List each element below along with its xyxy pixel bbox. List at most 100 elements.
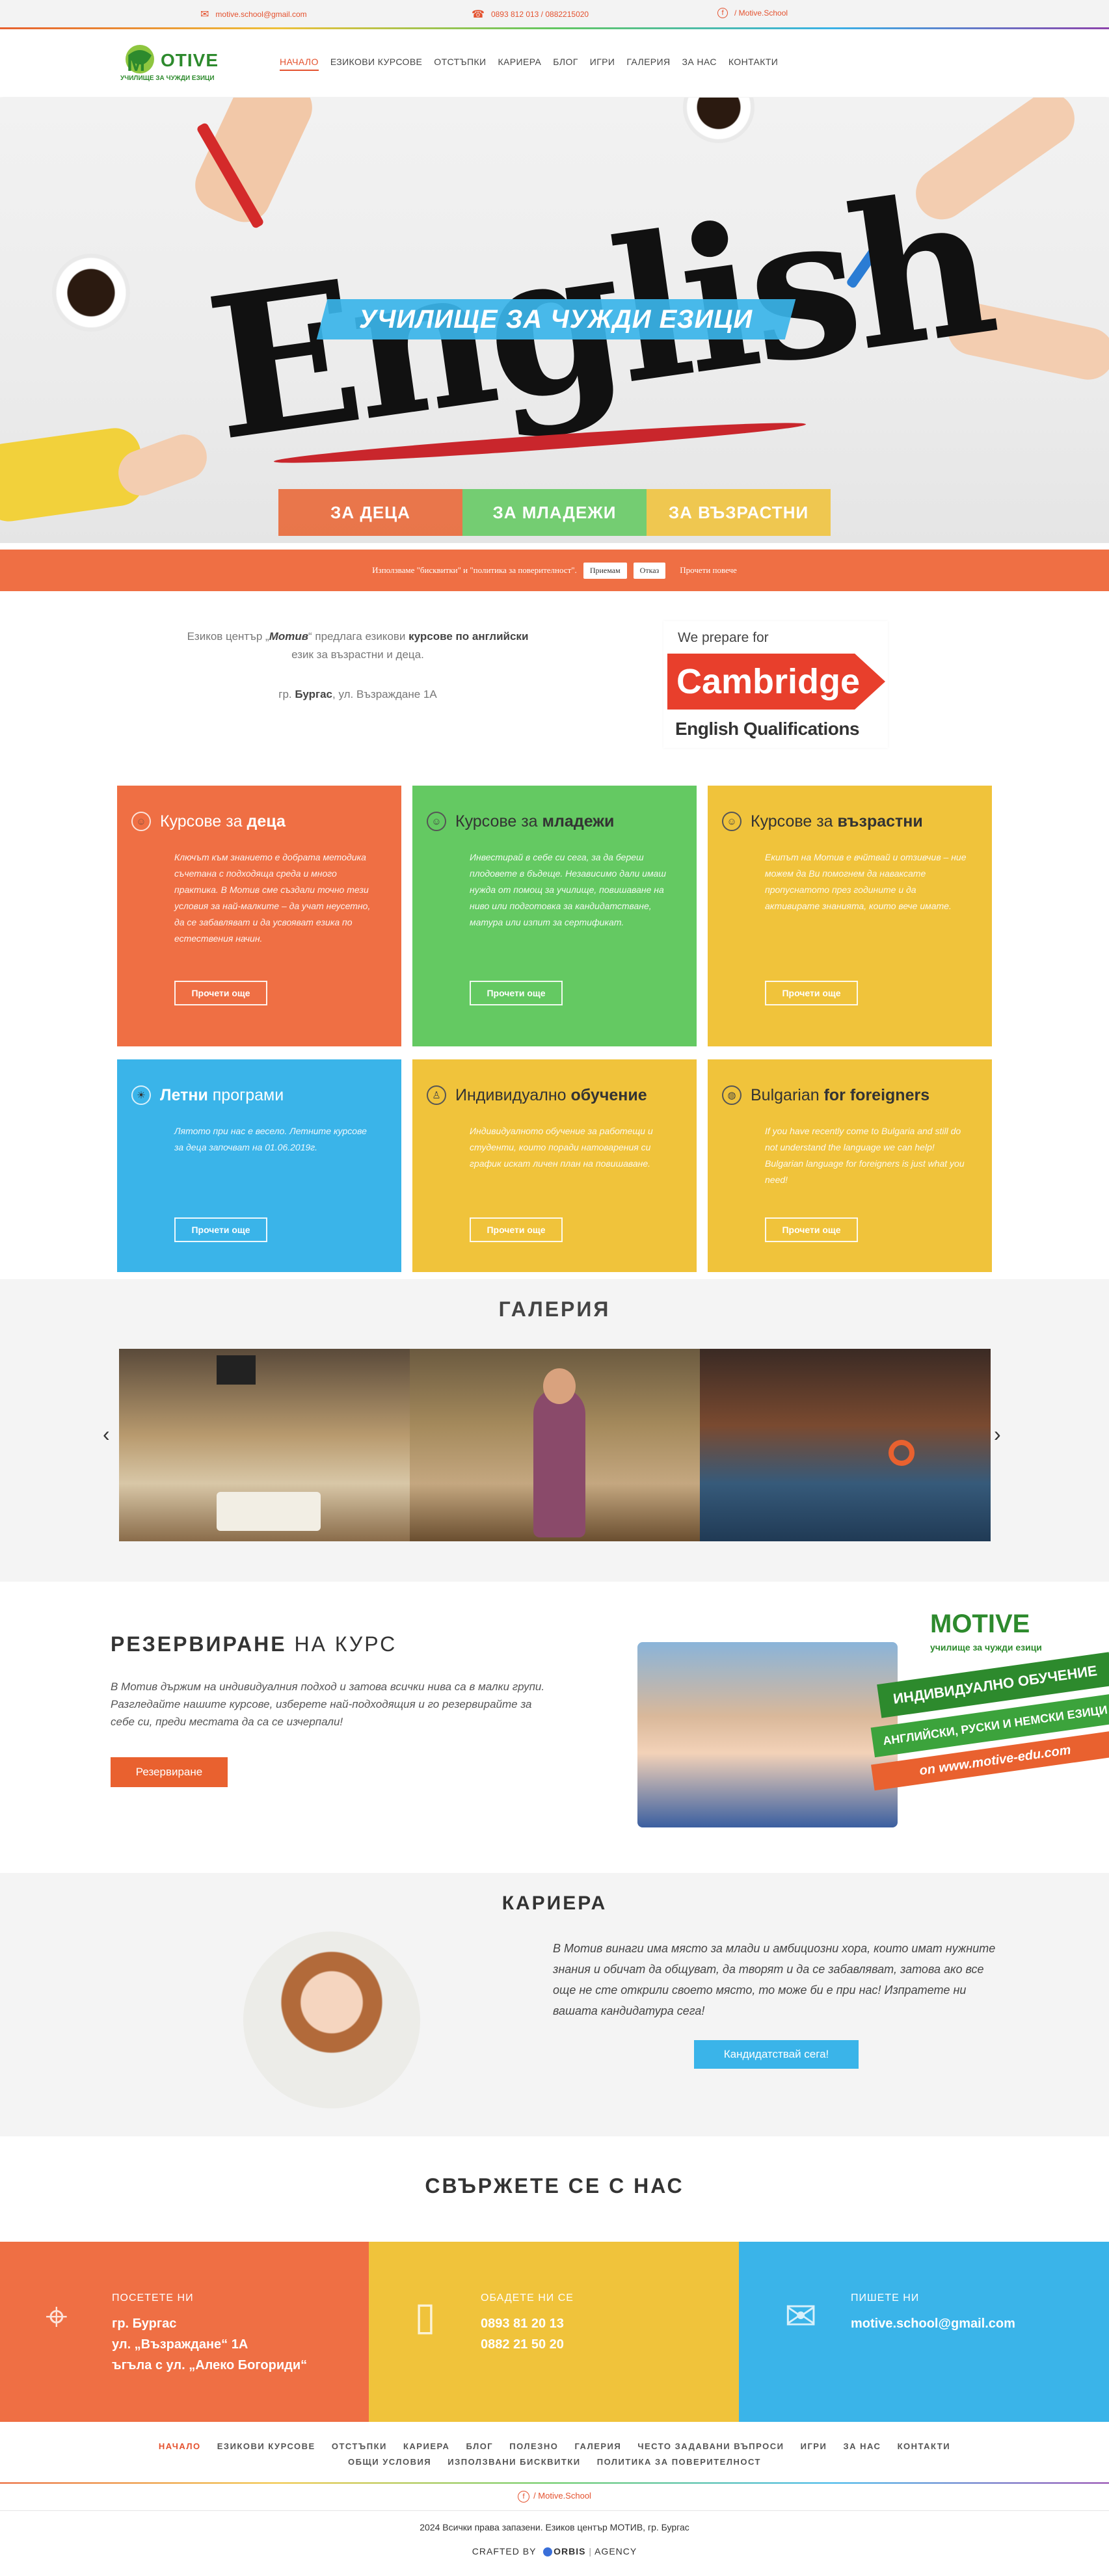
cookie-text: Използваме "бисквитки" и "политика за по…	[372, 565, 577, 575]
gallery-next-arrow-icon[interactable]: ›	[994, 1422, 1001, 1446]
hero-tab-adults[interactable]: ЗА ВЪЗРАСТНИ	[647, 489, 831, 536]
footer-link[interactable]: КАРИЕРА	[403, 2441, 449, 2451]
phone-icon: ☎	[472, 9, 485, 20]
nav-item-career[interactable]: КАРИЕРА	[498, 57, 542, 71]
read-more-button[interactable]: Прочети още	[470, 1217, 563, 1242]
footer-nav: НАЧАЛО ЕЗИКОВИ КУРСОВЕ ОТСТЪПКИ КАРИЕРА …	[0, 2439, 1109, 2470]
gallery-section: ГАЛЕРИЯ ‹ ›	[0, 1279, 1109, 1582]
children-icon: ☺	[131, 812, 151, 831]
nav-item-about[interactable]: ЗА НАС	[682, 57, 717, 71]
footer-link[interactable]: ПОЛИТИКА ЗА ПОВЕРИТЕЛНОСТ	[597, 2457, 761, 2467]
course-card-title: ☺ Курсове за деца	[131, 812, 286, 831]
promo-tagline: училище за чужди езици	[930, 1642, 1042, 1653]
topbar-facebook[interactable]: f / Motive.School	[717, 8, 788, 18]
course-card-adults: ☺ Курсове за възрастни Екипът на Мотив е …	[708, 786, 992, 1046]
footer-crafted-by[interactable]: CRAFTED BY ORBIS | AGENCY	[0, 2546, 1109, 2557]
footer-link[interactable]: ИГРИ	[801, 2441, 827, 2451]
hero-tab-kids[interactable]: ЗА ДЕЦА	[278, 489, 462, 536]
globe-icon: ◍	[722, 1085, 742, 1105]
course-card-text: Индивидуалното обучение за работещи и ст…	[470, 1126, 653, 1169]
footer-link[interactable]: НАЧАЛО	[159, 2441, 201, 2451]
topbar-facebook-text: / Motive.School	[734, 8, 788, 18]
hero-tab-youth[interactable]: ЗА МЛАДЕЖИ	[462, 489, 647, 536]
footer-link[interactable]: ГАЛЕРИЯ	[575, 2441, 622, 2451]
course-card-text: Инвестирай в себе си сега, за да береш п…	[470, 852, 666, 927]
career-text: В Мотив винаги има място за млади и амби…	[553, 1942, 996, 2017]
footer-facebook[interactable]: f / Motive.School	[0, 2491, 1109, 2503]
contact-call-label: ОБАДЕТЕ НИ СЕ	[481, 2292, 574, 2304]
footer-link[interactable]: ОТСТЪПКИ	[332, 2441, 387, 2451]
hero-title-banner: УЧИЛИЩЕ ЗА ЧУЖДИ ЕЗИЦИ	[316, 299, 796, 339]
site-header: M OTIVE УЧИЛИЩЕ ЗА ЧУЖДИ ЕЗИЦИ НАЧАЛО ЕЗ…	[0, 29, 1109, 97]
course-card-bulgarian: ◍ Bulgarian for foreigners If you have re…	[708, 1059, 992, 1272]
course-card-kids: ☺ Курсове за деца Ключът към знанието е д…	[117, 786, 401, 1046]
cookie-reject-button[interactable]: Отказ	[633, 562, 666, 579]
gallery-image-3[interactable]	[700, 1349, 991, 1541]
gallery-image-1[interactable]	[119, 1349, 410, 1541]
gallery-image-2[interactable]	[410, 1349, 701, 1541]
footer-link[interactable]: КОНТАКТИ	[898, 2441, 951, 2451]
cookie-bar: Използваме "бисквитки" и "политика за по…	[0, 550, 1109, 591]
topbar-email[interactable]: ✉ motive.school@gmail.com	[200, 8, 307, 21]
agency-name: ORBIS	[554, 2546, 586, 2556]
footer-link[interactable]: ЧЕСТО ЗАДАВАНИ ВЪПРОСИ	[637, 2441, 784, 2451]
read-more-button[interactable]: Прочети още	[765, 1217, 858, 1242]
gallery-prev-arrow-icon[interactable]: ‹	[103, 1422, 110, 1446]
card-title-bold: младежи	[542, 812, 615, 830]
gallery-title: ГАЛЕРИЯ	[498, 1297, 611, 1321]
adults-icon: ☺	[722, 812, 742, 831]
apply-now-button[interactable]: Кандидатствай сега!	[694, 2040, 859, 2069]
logo-tagline: УЧИЛИЩЕ ЗА ЧУЖДИ ЕЗИЦИ	[120, 75, 215, 82]
site-logo[interactable]: M OTIVE УЧИЛИЩЕ ЗА ЧУЖДИ ЕЗИЦИ	[120, 42, 218, 88]
nav-item-contacts[interactable]: КОНТАКТИ	[728, 57, 778, 71]
envelope-icon: ✉	[784, 2294, 818, 2338]
footer-link[interactable]: ПОЛЕЗНО	[509, 2441, 558, 2451]
cambridge-badge: We prepare for Cambridge English Qualifi…	[663, 621, 888, 748]
card-title-light: Курсове за	[160, 812, 247, 830]
facebook-icon: f	[518, 2491, 530, 2503]
contact-email: motive.school@gmail.com	[851, 2313, 1015, 2334]
reservation-button[interactable]: Резервиране	[111, 1757, 228, 1787]
email-link[interactable]: motive.school@gmail.com	[851, 2313, 1015, 2334]
youth-icon: ☺	[427, 812, 446, 831]
course-card-text: Екипът на Мотив е вчйтвай и отзивчив – н…	[765, 852, 967, 911]
read-more-button[interactable]: Прочети още	[470, 981, 563, 1005]
contact-title: СВЪРЖЕТЕ СЕ С НАС	[425, 2174, 684, 2198]
course-card-individual: ♙ Индивидуално обучение Индивидуалното об…	[412, 1059, 697, 1272]
contact-write-box: ✉ ПИШЕТЕ НИ motive.school@gmail.com	[739, 2242, 1109, 2422]
topbar-phone[interactable]: ☎ 0893 812 013 / 0882215020	[472, 8, 589, 21]
read-more-button[interactable]: Прочети още	[174, 981, 267, 1005]
course-card-title: ☺ Курсове за младежи	[427, 812, 614, 831]
reservation-title-light: НА КУРС	[286, 1632, 397, 1656]
footer-link[interactable]: ИЗПОЛЗВАНИ БИСКВИТКИ	[448, 2457, 580, 2467]
cookie-accept-button[interactable]: Приемам	[583, 562, 627, 579]
promo-logo-box: MOTIVE училище за чужди езици	[904, 1603, 1106, 1662]
footer-link[interactable]: ЕЗИКОВИ КУРСОВЕ	[217, 2441, 315, 2451]
intro-city: Бургас	[295, 688, 332, 700]
hero-coffee-cup	[52, 254, 130, 332]
nav-item-discounts[interactable]: ОТСТЪПКИ	[434, 57, 486, 71]
course-card-youth: ☺ Курсове за младежи Инвестирай в себе си…	[412, 786, 697, 1046]
nav-item-courses[interactable]: ЕЗИКОВИ КУРСОВЕ	[330, 57, 422, 71]
nav-item-games[interactable]: ИГРИ	[590, 57, 615, 71]
card-title-light: Bulgarian	[751, 1085, 824, 1104]
footer-copyright: 2024 Всички права запазени. Езиков центъ…	[420, 2522, 689, 2532]
career-title: КАРИЕРА	[501, 1892, 608, 1914]
read-more-button[interactable]: Прочети още	[765, 981, 858, 1005]
logo-letter: M	[127, 51, 145, 76]
cookie-read-more-link[interactable]: Прочети повече	[680, 565, 737, 576]
footer-nav-row-2: ОБЩИ УСЛОВИЯ ИЗПОЛЗВАНИ БИСКВИТКИ ПОЛИТИ…	[0, 2454, 1109, 2470]
read-more-button[interactable]: Прочети още	[174, 1217, 267, 1242]
nav-item-home[interactable]: НАЧАЛО	[280, 57, 319, 71]
phone-number[interactable]: 0882 21 50 20	[481, 2334, 564, 2355]
footer-link[interactable]: БЛОГ	[466, 2441, 494, 2451]
footer-link[interactable]: ЗА НАС	[843, 2441, 881, 2451]
nav-item-gallery[interactable]: ГАЛЕРИЯ	[626, 57, 670, 71]
nav-item-blog[interactable]: БЛОГ	[553, 57, 578, 71]
footer-rainbow-divider	[0, 2482, 1109, 2484]
hero-banner: English УЧИЛИЩЕ ЗА ЧУЖДИ ЕЗИЦИ ЗА ДЕЦА З…	[0, 98, 1109, 543]
intro-bold: курсове по английски	[408, 630, 529, 643]
phone-number[interactable]: 0893 81 20 13	[481, 2313, 564, 2334]
intro-part2: “ предлага езикови	[308, 630, 409, 643]
footer-link[interactable]: ОБЩИ УСЛОВИЯ	[348, 2457, 431, 2467]
